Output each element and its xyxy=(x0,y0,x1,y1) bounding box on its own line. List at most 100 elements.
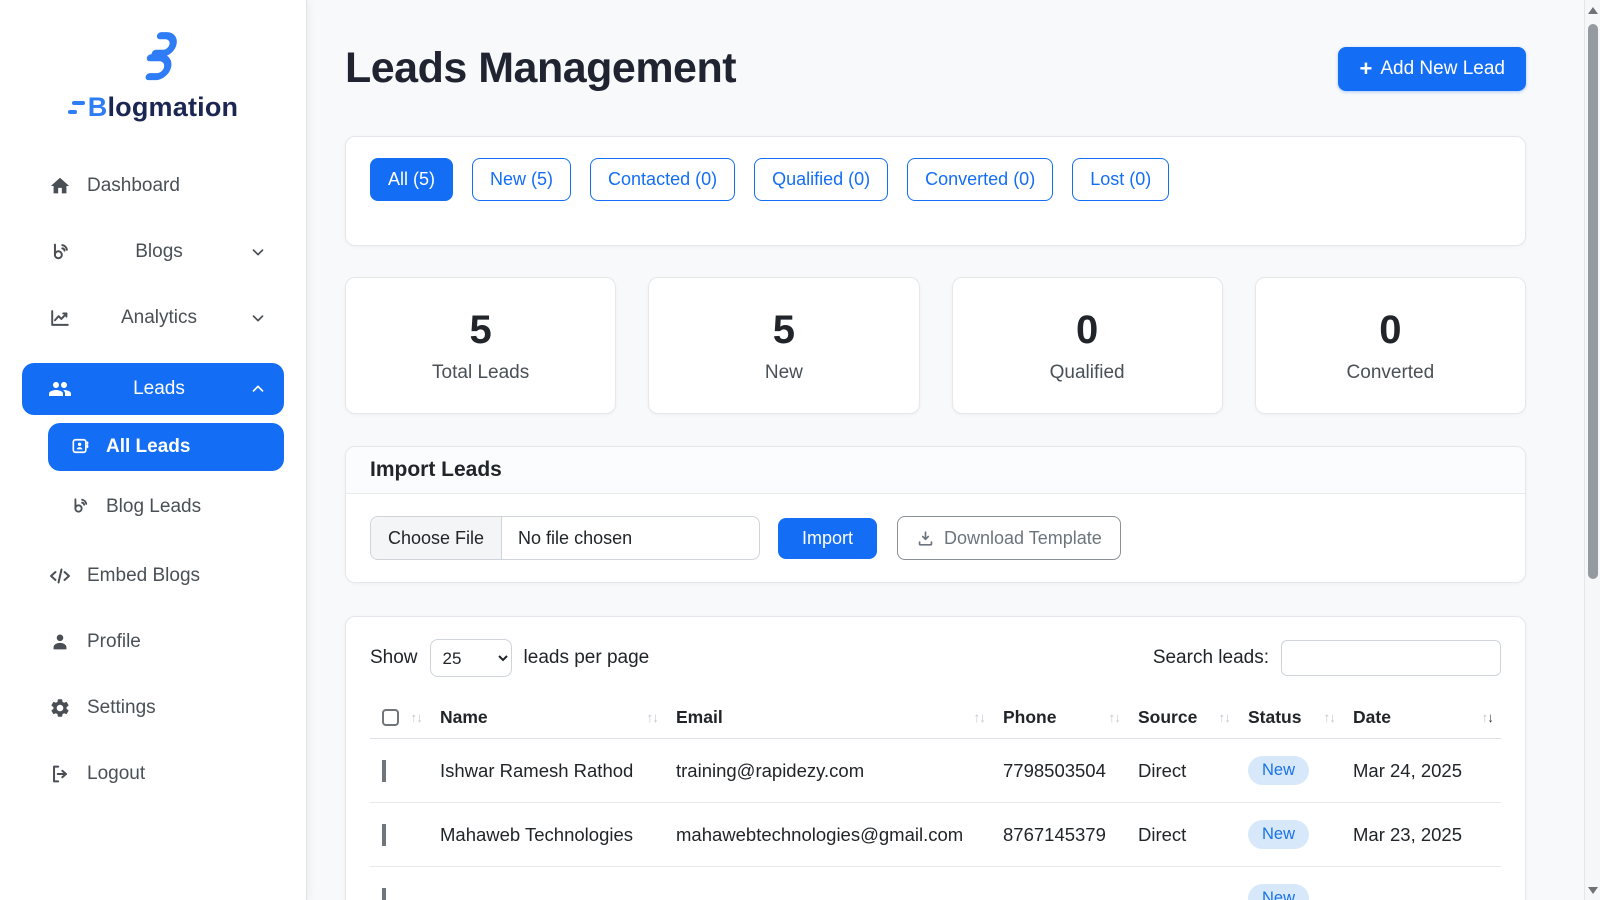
choose-file-button[interactable]: Choose File xyxy=(371,517,502,559)
select-all-header: ↑↓ xyxy=(370,709,430,726)
table-row[interactable]: Mahaweb Technologies mahawebtechnologies… xyxy=(370,803,1501,867)
stat-converted: 0 Converted xyxy=(1255,277,1526,414)
lead-source: Direct xyxy=(1128,824,1238,846)
page-title: Leads Management xyxy=(345,44,736,93)
select-all-checkbox[interactable] xyxy=(382,709,399,726)
sort-icon[interactable]: ↑↓ xyxy=(411,710,423,725)
analytics-icon xyxy=(48,306,72,330)
sidebar-nav: Dashboard Blogs Analytics xyxy=(0,165,306,795)
sidebar-item-all-leads[interactable]: All Leads xyxy=(48,423,284,471)
sidebar-item-settings[interactable]: Settings xyxy=(22,687,284,729)
search-leads-input[interactable] xyxy=(1281,640,1501,676)
sidebar-item-leads[interactable]: Leads xyxy=(22,363,284,415)
blog-icon xyxy=(70,496,92,518)
sort-icon[interactable]: ↑↓ xyxy=(1324,710,1336,725)
column-header-name[interactable]: Name ↑↓ xyxy=(430,707,666,728)
scrollbar-thumb[interactable] xyxy=(1588,24,1598,579)
stats-row: 5 Total Leads 5 New 0 Qualified 0 Conver… xyxy=(345,277,1526,414)
lead-phone: 8767145379 xyxy=(993,824,1128,846)
status-badge: New xyxy=(1248,756,1309,785)
users-icon xyxy=(48,377,72,401)
filter-all[interactable]: All (5) xyxy=(370,158,453,201)
sidebar-item-dashboard[interactable]: Dashboard xyxy=(22,165,284,207)
brand-wordmark: Blogmation xyxy=(68,92,239,123)
file-input[interactable]: Choose File No file chosen xyxy=(370,516,760,560)
sidebar-item-embed-blogs[interactable]: Embed Blogs xyxy=(22,555,284,597)
brand-logo[interactable]: Blogmation xyxy=(0,30,306,123)
column-header-status[interactable]: Status ↑↓ xyxy=(1238,707,1343,728)
status-filter-bar: All (5) New (5) Contacted (0) Qualified … xyxy=(345,136,1526,246)
plus-icon: + xyxy=(1359,58,1372,80)
page-size-select[interactable]: 25 xyxy=(430,639,512,677)
download-icon xyxy=(916,529,935,548)
brand-initial: B xyxy=(88,92,108,123)
vertical-scrollbar[interactable] xyxy=(1584,0,1600,900)
column-header-email[interactable]: Email ↑↓ xyxy=(666,707,993,728)
row-checkbox[interactable] xyxy=(382,824,386,846)
sidebar-item-blogs[interactable]: Blogs xyxy=(22,231,284,273)
lead-email: mahawebtechnologies@gmail.com xyxy=(666,824,993,846)
column-header-source[interactable]: Source ↑↓ xyxy=(1128,707,1238,728)
search-label: Search leads: xyxy=(1153,647,1269,669)
table-row[interactable]: New xyxy=(370,867,1501,900)
chevron-down-icon xyxy=(246,240,270,264)
person-icon xyxy=(48,630,72,654)
sort-icon[interactable]: ↑↓ xyxy=(647,710,659,725)
code-icon xyxy=(48,564,72,588)
filter-qualified[interactable]: Qualified (0) xyxy=(754,158,888,201)
per-page-label: leads per page xyxy=(524,647,650,669)
sort-icon[interactable]: ↑↓ xyxy=(1219,710,1231,725)
import-leads-title: Import Leads xyxy=(346,447,1525,494)
import-button[interactable]: Import xyxy=(778,518,877,559)
file-status-text: No file chosen xyxy=(502,517,648,559)
contact-card-icon xyxy=(70,436,92,458)
stat-total-leads: 5 Total Leads xyxy=(345,277,616,414)
main-content: Leads Management + Add New Lead All (5) … xyxy=(307,0,1600,900)
import-leads-card: Import Leads Choose File No file chosen … xyxy=(345,446,1526,583)
lead-date: Mar 24, 2025 xyxy=(1343,760,1501,782)
gear-icon xyxy=(48,696,72,720)
sidebar-item-profile[interactable]: Profile xyxy=(22,621,284,663)
filter-contacted[interactable]: Contacted (0) xyxy=(590,158,735,201)
sort-icon-active[interactable]: ↑↓ xyxy=(1482,710,1494,725)
sidebar-item-blog-leads[interactable]: Blog Leads xyxy=(48,483,284,531)
sidebar-item-analytics[interactable]: Analytics xyxy=(22,297,284,339)
sidebar: Blogmation Dashboard Blogs xyxy=(0,0,307,900)
sort-icon[interactable]: ↑↓ xyxy=(1109,710,1121,725)
leads-submenu: All Leads Blog Leads xyxy=(48,423,284,531)
table-controls: Show 25 leads per page Search leads: xyxy=(370,639,1501,677)
brand-rest: logmation xyxy=(107,92,238,123)
lead-email: training@rapidezy.com xyxy=(666,760,993,782)
column-header-phone[interactable]: Phone ↑↓ xyxy=(993,707,1128,728)
lead-name: Mahaweb Technologies xyxy=(430,824,666,846)
stat-new: 5 New xyxy=(648,277,919,414)
scroll-down-icon[interactable] xyxy=(1588,887,1598,894)
filter-lost[interactable]: Lost (0) xyxy=(1072,158,1169,201)
download-template-button[interactable]: Download Template xyxy=(897,516,1121,560)
blogmation-logo-icon xyxy=(125,30,181,88)
filter-new[interactable]: New (5) xyxy=(472,158,571,201)
column-header-date[interactable]: Date ↑↓ xyxy=(1343,707,1501,728)
row-checkbox[interactable] xyxy=(382,888,386,900)
logo-dashes-icon xyxy=(68,101,85,114)
sidebar-item-logout[interactable]: Logout xyxy=(22,753,284,795)
sort-icon[interactable]: ↑↓ xyxy=(974,710,986,725)
row-checkbox[interactable] xyxy=(382,760,386,782)
lead-source: Direct xyxy=(1128,760,1238,782)
leads-table-card: Show 25 leads per page Search leads: ↑↓ … xyxy=(345,616,1526,900)
page-header: Leads Management + Add New Lead xyxy=(345,44,1526,93)
lead-date: Mar 23, 2025 xyxy=(1343,824,1501,846)
show-label: Show xyxy=(370,647,418,669)
table-row[interactable]: Ishwar Ramesh Rathod training@rapidezy.c… xyxy=(370,739,1501,803)
add-new-lead-button[interactable]: + Add New Lead xyxy=(1338,47,1526,91)
lead-name: Ishwar Ramesh Rathod xyxy=(430,760,666,782)
filter-converted[interactable]: Converted (0) xyxy=(907,158,1053,201)
chevron-down-icon xyxy=(246,306,270,330)
stat-qualified: 0 Qualified xyxy=(952,277,1223,414)
blog-icon xyxy=(48,240,72,264)
scroll-up-icon[interactable] xyxy=(1588,7,1598,14)
logout-icon xyxy=(48,762,72,786)
table-header-row: ↑↓ Name ↑↓ Email ↑↓ Phone ↑↓ Source ↑↓ S… xyxy=(370,697,1501,739)
chevron-up-icon xyxy=(246,377,270,401)
import-leads-body: Choose File No file chosen Import Downlo… xyxy=(346,494,1525,582)
